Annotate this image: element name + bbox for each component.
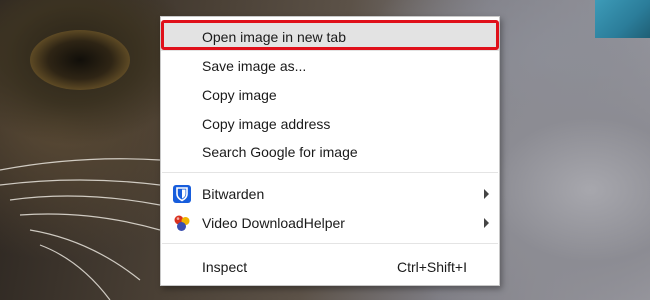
bitwarden-shield-icon <box>173 185 191 203</box>
menu-item-label: Video DownloadHelper <box>202 215 345 231</box>
menu-item-label: Bitwarden <box>202 186 265 202</box>
menu-item-label: Inspect <box>202 259 248 275</box>
menu-item-open-image-new-tab[interactable]: Open image in new tab <box>161 23 499 51</box>
menu-separator <box>162 243 498 244</box>
menu-item-search-google-for-image[interactable]: Search Google for image <box>161 138 499 166</box>
menu-item-inspect[interactable]: Inspect Ctrl+Shift+I <box>161 253 499 281</box>
menu-separator <box>162 172 498 173</box>
submenu-arrow-icon <box>484 218 489 228</box>
menu-item-copy-image[interactable]: Copy image <box>161 81 499 109</box>
menu-item-label: Open image in new tab <box>202 29 346 45</box>
menu-item-copy-image-address[interactable]: Copy image address <box>161 110 499 138</box>
submenu-arrow-icon <box>484 189 489 199</box>
menu-item-label: Save image as... <box>202 58 307 74</box>
menu-item-label: Search Google for image <box>202 144 358 160</box>
cat-eye <box>30 30 130 90</box>
blue-fabric <box>595 0 650 38</box>
menu-item-label: Copy image <box>202 87 277 103</box>
menu-item-bitwarden[interactable]: Bitwarden <box>161 180 499 208</box>
context-menu: Open image in new tab Save image as... C… <box>160 16 500 286</box>
video-downloadhelper-icon <box>174 215 190 231</box>
menu-item-save-image-as[interactable]: Save image as... <box>161 52 499 80</box>
menu-item-label: Copy image address <box>202 116 331 132</box>
menu-item-video-downloadhelper[interactable]: Video DownloadHelper <box>161 209 499 237</box>
menu-item-shortcut: Ctrl+Shift+I <box>396 259 467 275</box>
